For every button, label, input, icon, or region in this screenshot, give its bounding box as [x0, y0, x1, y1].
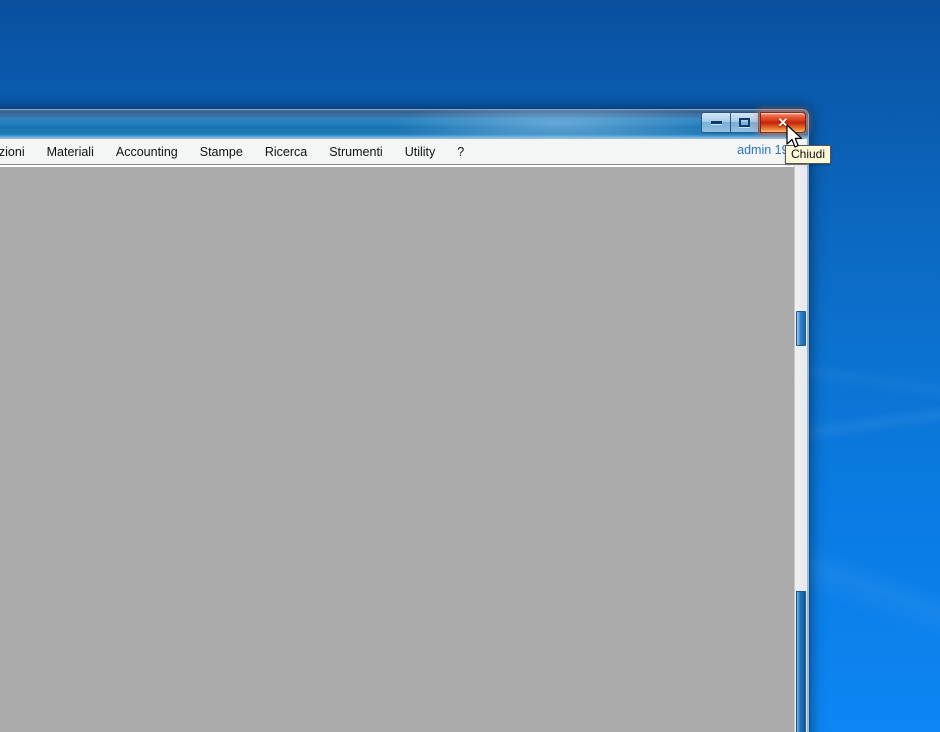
title-bar-glow	[398, 110, 718, 138]
vertical-scrollbar[interactable]	[794, 166, 807, 732]
menu-item-utility[interactable]: Utility	[394, 141, 447, 163]
application-window[interactable]: ✕ duzioni Materiali Accounting Stampe Ri…	[0, 108, 810, 732]
menu-item-strumenti[interactable]: Strumenti	[318, 141, 394, 163]
scrollbar-thumb[interactable]	[796, 311, 806, 346]
minimize-button[interactable]	[701, 112, 730, 133]
work-area	[0, 166, 807, 732]
menu-item-accounting[interactable]: Accounting	[105, 141, 189, 163]
scrollbar-thumb-lower[interactable]	[796, 591, 806, 732]
menu-bar[interactable]: duzioni Materiali Accounting Stampe Rice…	[0, 139, 807, 165]
minimize-icon	[710, 121, 722, 124]
maximize-button[interactable]	[730, 112, 759, 133]
menu-item-materiali[interactable]: Materiali	[36, 141, 105, 163]
close-icon: ✕	[777, 115, 789, 130]
maximize-icon	[739, 118, 750, 127]
close-button[interactable]: ✕	[760, 112, 806, 133]
window-controls[interactable]: ✕	[701, 112, 806, 133]
tooltip-chiudi: Chiudi	[785, 145, 832, 164]
menu-item-stampe[interactable]: Stampe	[189, 141, 254, 163]
menu-item-produzioni[interactable]: duzioni	[0, 141, 36, 163]
desktop[interactable]: ✕ duzioni Materiali Accounting Stampe Ri…	[0, 0, 940, 732]
menu-item-ricerca[interactable]: Ricerca	[254, 141, 318, 163]
window-client-area: duzioni Materiali Accounting Stampe Rice…	[0, 138, 808, 732]
title-bar[interactable]	[0, 110, 808, 138]
menu-item-help[interactable]: ?	[446, 141, 475, 163]
